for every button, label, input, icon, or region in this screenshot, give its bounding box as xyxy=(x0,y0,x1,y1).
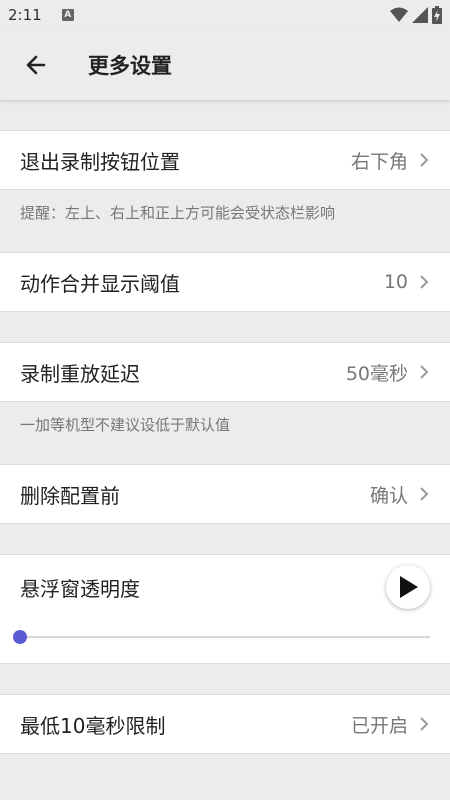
settings-list: 退出录制按钮位置 右下角 提醒：左上、右上和正上方可能会受状态栏影响 动作合并显… xyxy=(0,100,450,754)
row-label: 退出录制按钮位置 xyxy=(20,149,180,174)
exit-button-position-row[interactable]: 退出录制按钮位置 右下角 xyxy=(0,130,450,190)
row-value: 已开启 xyxy=(350,714,408,737)
back-arrow-icon xyxy=(26,55,46,75)
back-button[interactable] xyxy=(8,37,64,93)
opacity-card: 悬浮窗透明度 xyxy=(0,554,450,664)
merge-threshold-row[interactable]: 动作合并显示阈值 10 xyxy=(0,252,450,312)
row-value: 右下角 xyxy=(350,150,408,173)
wifi-icon xyxy=(390,7,408,22)
page-title: 更多设置 xyxy=(88,54,172,78)
chevron-right-icon xyxy=(420,365,429,379)
replay-delay-hint: 一加等机型不建议设低于默认值 xyxy=(20,416,231,434)
app-bar: 更多设置 xyxy=(0,30,450,100)
chevron-right-icon xyxy=(420,275,429,289)
opacity-slider-thumb[interactable] xyxy=(13,630,27,644)
exit-button-hint: 提醒：左上、右上和正上方可能会受状态栏影响 xyxy=(20,204,336,222)
row-value: 10 xyxy=(383,271,408,293)
opacity-label: 悬浮窗透明度 xyxy=(20,577,140,601)
min-limit-row[interactable]: 最低10毫秒限制 已开启 xyxy=(0,694,450,754)
signal-icon xyxy=(412,7,428,23)
battery-icon xyxy=(432,6,442,24)
chevron-right-icon xyxy=(420,487,429,501)
row-value: 50毫秒 xyxy=(345,362,408,385)
row-label: 动作合并显示阈值 xyxy=(20,271,180,296)
row-label: 删除配置前 xyxy=(20,483,120,508)
row-value: 确认 xyxy=(369,484,408,507)
row-label: 最低10毫秒限制 xyxy=(20,713,166,738)
chevron-right-icon xyxy=(420,717,429,731)
status-time: 2:11 xyxy=(8,6,42,24)
notification-icon: A xyxy=(61,9,74,21)
delete-config-row[interactable]: 删除配置前 确认 xyxy=(0,464,450,524)
replay-delay-row[interactable]: 录制重放延迟 50毫秒 xyxy=(0,342,450,402)
status-bar: 2:11 A xyxy=(0,0,450,30)
chevron-right-icon xyxy=(420,153,429,167)
row-label: 录制重放延迟 xyxy=(20,361,140,386)
play-button[interactable] xyxy=(386,565,430,609)
play-icon xyxy=(400,576,418,598)
status-icons xyxy=(390,6,442,24)
opacity-slider-track[interactable] xyxy=(20,636,430,638)
